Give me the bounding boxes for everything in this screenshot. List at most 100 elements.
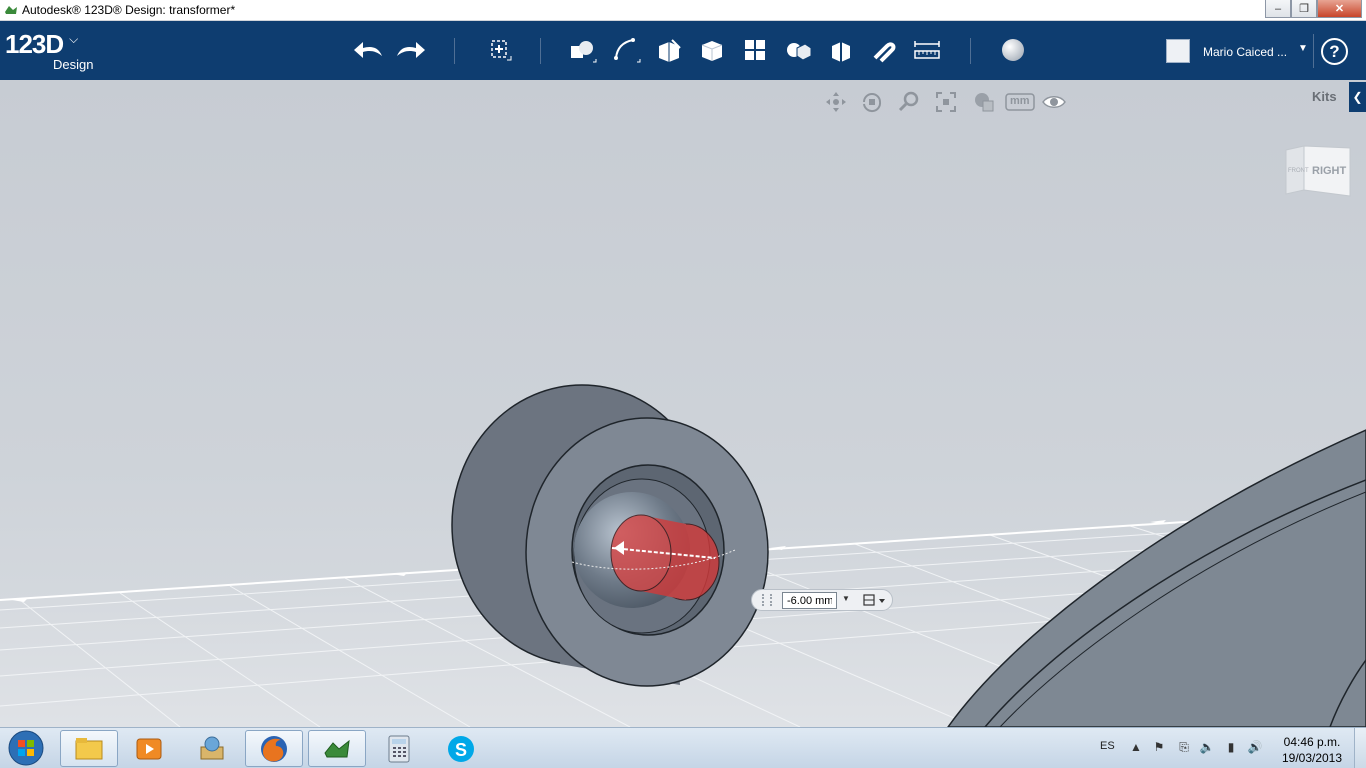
visibility-button[interactable]: [1040, 88, 1068, 116]
toolbar-separator: [454, 38, 455, 64]
zoom-button[interactable]: [895, 88, 923, 116]
viewcube-right-label: RIGHT: [1312, 165, 1347, 177]
window-controls: ‒ ❐ ✕: [1265, 0, 1362, 18]
transform-button[interactable]: [482, 33, 516, 67]
primitives-button[interactable]: [565, 33, 599, 67]
language-indicator[interactable]: ES: [1100, 740, 1115, 752]
measure-button[interactable]: [910, 33, 944, 67]
taskbar-app[interactable]: [308, 730, 366, 767]
calculator-icon: [388, 735, 410, 762]
combine-icon: [832, 42, 850, 62]
main-toolbar: 123D ⌵ Design Mario Caiced ... ▼ ?: [0, 21, 1366, 80]
taskbar: S ES ▲ ⚑ ⎘ 🔈 ▮ 🔊 04:46 p.m. 19/03/2013: [0, 727, 1366, 768]
app-icon: [5, 6, 17, 14]
show-desktop-button[interactable]: [1354, 728, 1366, 768]
file-explorer-icon: [75, 737, 103, 759]
construct-icon: [659, 39, 681, 62]
show-hidden-icons-icon[interactable]: ▲: [1128, 740, 1144, 756]
view-mode-button[interactable]: [970, 88, 998, 116]
user-name[interactable]: Mario Caiced ...: [1203, 45, 1287, 59]
units-label: mm: [1010, 95, 1030, 107]
windows-logo-icon: [8, 730, 44, 766]
orbit-button[interactable]: [858, 88, 886, 116]
network-signal-icon[interactable]: ▮: [1223, 740, 1239, 756]
undo-icon: [354, 42, 382, 58]
title-bar: Autodesk® 123D® Design: transformer* ‒ ❐…: [0, 0, 1366, 21]
measure-icon: [914, 41, 940, 59]
material-button[interactable]: [996, 33, 1030, 67]
skype-icon: S: [448, 735, 474, 762]
chevron-left-icon: ❮: [1352, 90, 1363, 104]
dropdown-caret-icon[interactable]: ▼: [842, 594, 850, 603]
firefox-icon: [261, 735, 287, 762]
grouping-button[interactable]: [781, 33, 815, 67]
toolbar-separator: [1313, 34, 1314, 68]
logo-text: 123D: [5, 29, 64, 59]
kits-panel-toggle[interactable]: ❮: [1349, 82, 1366, 112]
fit-icon: [936, 92, 956, 112]
scene-canvas[interactable]: [0, 80, 1366, 727]
primitives-icon: [571, 41, 597, 63]
taskbar-app[interactable]: S: [432, 730, 490, 767]
pan-button[interactable]: [822, 88, 850, 116]
undo-button[interactable]: [351, 33, 385, 67]
construct-button[interactable]: [652, 33, 686, 67]
toolbar-separator: [970, 38, 971, 64]
usb-device-icon[interactable]: ⎘: [1176, 740, 1192, 756]
start-button[interactable]: [4, 729, 48, 767]
pattern-button[interactable]: [738, 33, 772, 67]
taskbar-app[interactable]: [183, 730, 241, 767]
close-button[interactable]: ✕: [1317, 0, 1362, 18]
redo-icon: [397, 42, 425, 58]
media-player-icon: [136, 738, 162, 759]
modify-button[interactable]: [695, 33, 729, 67]
app-menu-button[interactable]: 123D ⌵ Design: [5, 29, 93, 72]
modify-icon: [701, 41, 723, 61]
snap-option-icon: [863, 594, 885, 606]
action-center-flag-icon[interactable]: ⚑: [1151, 740, 1167, 756]
visibility-icon: [1042, 96, 1066, 108]
taskbar-app[interactable]: [370, 730, 428, 767]
volume-muted-icon[interactable]: 🔈: [1199, 740, 1215, 756]
material-icon: [1002, 39, 1024, 61]
pattern-icon: [745, 40, 765, 60]
dimension-input[interactable]: [782, 592, 837, 609]
123d-design-icon: [324, 739, 350, 757]
sketch-button[interactable]: [609, 33, 643, 67]
chevron-down-icon: ⌵: [69, 32, 79, 46]
window-title: Autodesk® 123D® Design: transformer*: [22, 3, 236, 17]
taskbar-app[interactable]: [120, 730, 178, 767]
snap-button[interactable]: [867, 33, 901, 67]
caret-down-icon[interactable]: ▼: [1298, 43, 1308, 54]
toolbar-separator: [540, 38, 541, 64]
maximize-button[interactable]: ❐: [1291, 0, 1317, 18]
orbit-icon: [863, 93, 882, 113]
viewcube-front-label: FRONT: [1288, 168, 1309, 174]
kits-label[interactable]: Kits: [1312, 89, 1337, 104]
taskbar-app[interactable]: [60, 730, 118, 767]
clock-date[interactable]: 19/03/2013: [1279, 751, 1345, 765]
drag-handle[interactable]: [762, 594, 772, 606]
fit-button[interactable]: [932, 88, 960, 116]
units-button[interactable]: mm: [1005, 88, 1035, 116]
help-button[interactable]: ?: [1321, 38, 1348, 65]
combine-button[interactable]: [824, 33, 858, 67]
taskbar-app[interactable]: [245, 730, 303, 767]
zoom-icon: [898, 91, 919, 112]
archive-icon: [200, 736, 224, 759]
avatar[interactable]: [1166, 39, 1190, 63]
redo-button[interactable]: [394, 33, 428, 67]
view-mode-icon: [975, 93, 994, 112]
3d-viewport[interactable]: mm Kits ❮ RIGHT FRONT ▼: [0, 80, 1366, 727]
viewcube[interactable]: RIGHT FRONT: [1282, 144, 1352, 204]
clock-time[interactable]: 04:46 p.m.: [1279, 735, 1345, 749]
transform-icon: [491, 40, 512, 61]
dimension-input-box: ▼: [751, 589, 893, 611]
pan-icon: [826, 92, 846, 112]
speaker-icon[interactable]: 🔊: [1247, 740, 1263, 756]
snap-options-button[interactable]: [862, 593, 888, 608]
snap-icon: [873, 42, 896, 63]
sketch-icon: [614, 38, 641, 63]
minimize-button[interactable]: ‒: [1265, 0, 1291, 18]
grouping-icon: [787, 43, 812, 61]
